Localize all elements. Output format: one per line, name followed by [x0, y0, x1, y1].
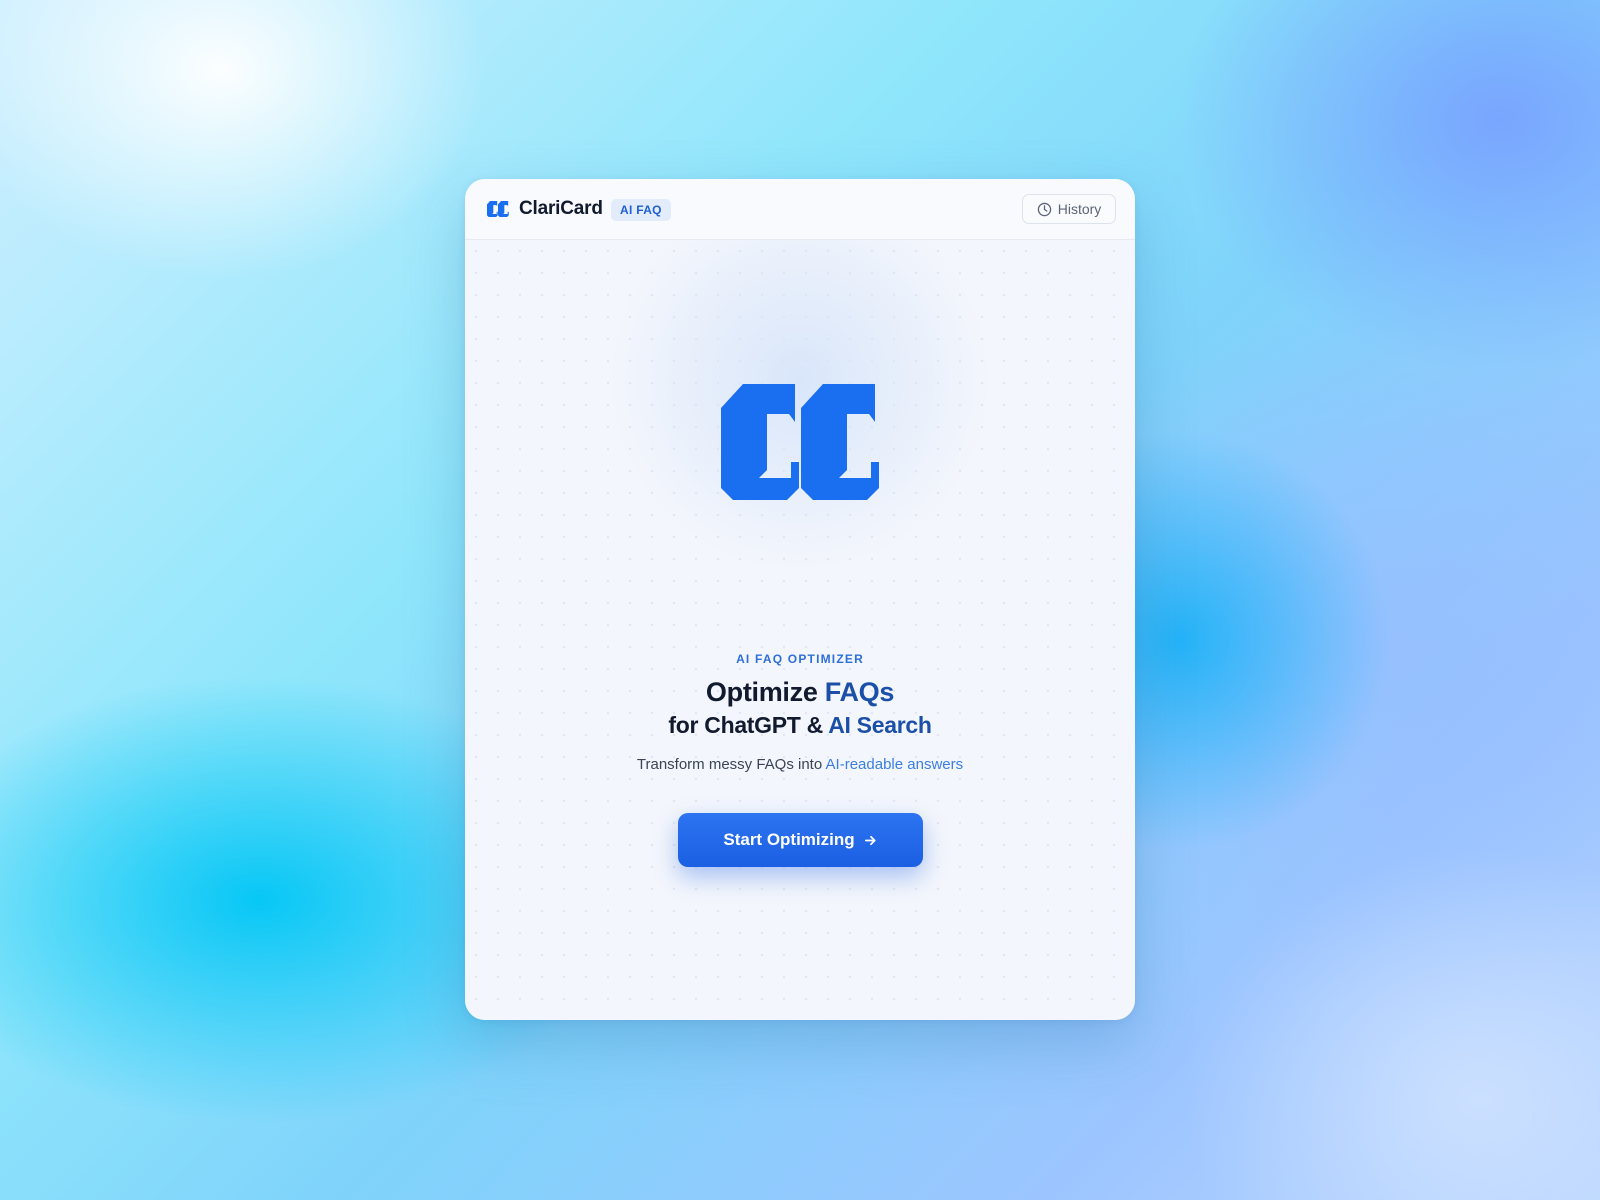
claricard-hero-logo-icon	[721, 384, 879, 500]
app-card: ClariCard AI FAQ History AI FAQ OPTIMIZE…	[465, 179, 1135, 1020]
history-button[interactable]: History	[1022, 194, 1116, 224]
product-badge: AI FAQ	[611, 199, 671, 221]
hero-subtext: Transform messy FAQs into AI-readable an…	[465, 756, 1135, 773]
subtext-text: Transform messy FAQs into	[636, 756, 826, 773]
app-header: ClariCard AI FAQ History	[465, 179, 1135, 240]
hero-headline: Optimize FAQs for ChatGPT & AI Search	[465, 675, 1135, 741]
subtext-accent: AI-readable answers	[825, 756, 964, 773]
claricard-logo-icon	[487, 201, 509, 217]
headline-line-1-text: Optimize	[705, 677, 825, 707]
headline-line-2: for ChatGPT & AI Search	[465, 709, 1135, 741]
headline-line-1: Optimize FAQs	[465, 675, 1135, 709]
start-optimizing-button[interactable]: Start Optimizing	[678, 813, 923, 867]
brand-name: ClariCard	[519, 198, 603, 219]
headline-line-1-accent: FAQs	[824, 677, 895, 707]
history-label: History	[1057, 201, 1102, 217]
headline-line-2-text: for ChatGPT &	[668, 712, 829, 738]
clock-icon	[1037, 202, 1051, 216]
card-body	[465, 240, 1135, 1020]
cta-label: Start Optimizing	[723, 830, 855, 849]
hero-eyebrow: AI FAQ OPTIMIZER	[736, 652, 864, 666]
headline-line-2-accent: AI Search	[828, 712, 932, 738]
arrow-right-icon	[864, 835, 876, 845]
